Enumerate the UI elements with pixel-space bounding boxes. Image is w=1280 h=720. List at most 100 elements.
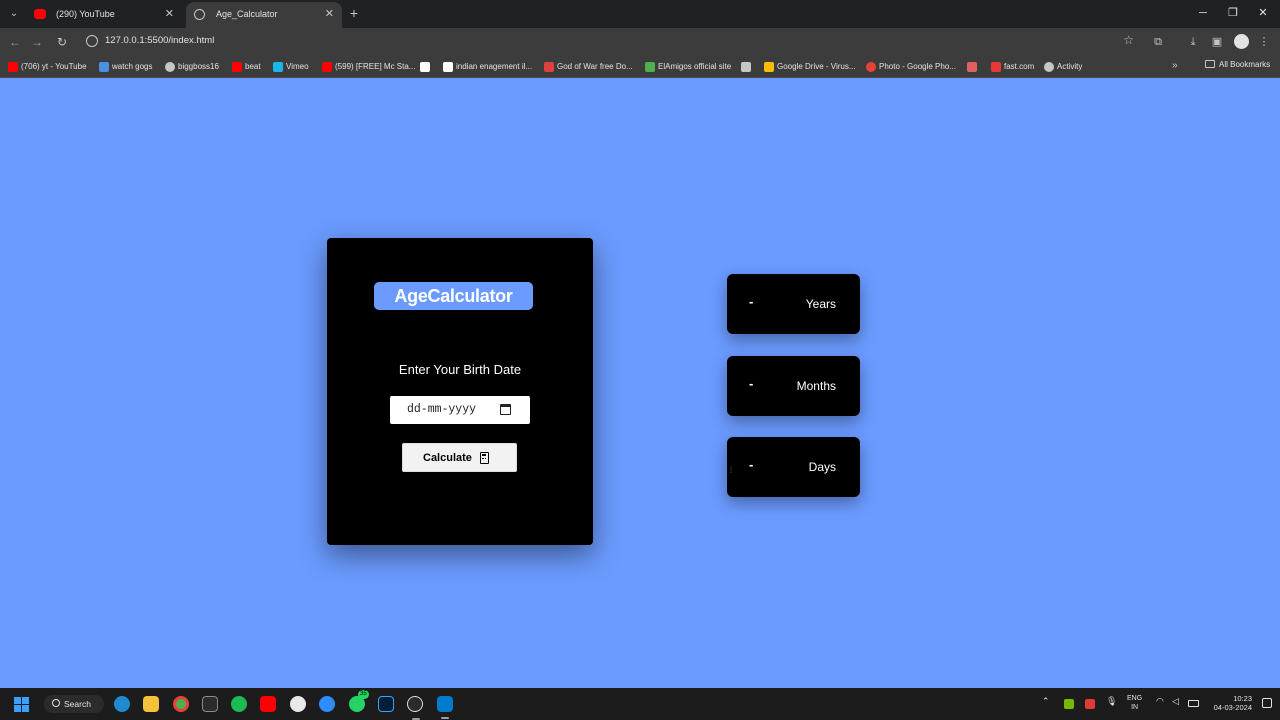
- bookmark-item[interactable]: (706) yt - YouTube: [8, 60, 87, 74]
- restore-icon[interactable]: ❐: [1218, 4, 1248, 22]
- menu-kebab-icon[interactable]: ⋮: [1256, 34, 1272, 50]
- youtube-icon: [322, 62, 332, 72]
- download-icon[interactable]: ⤓: [1185, 34, 1201, 50]
- close-icon[interactable]: ✕: [325, 2, 334, 26]
- taskbar-search[interactable]: Search: [44, 695, 104, 713]
- gamepad-icon: [544, 62, 554, 72]
- youtube-app-icon[interactable]: [260, 696, 276, 712]
- whatsapp-icon[interactable]: 35: [349, 690, 369, 712]
- calculator-icon: [480, 452, 489, 464]
- zoom-icon[interactable]: [319, 696, 335, 712]
- clock-time: 10:23: [1233, 694, 1252, 703]
- bookmark-item[interactable]: biggboss16: [165, 60, 219, 74]
- reload-icon[interactable]: ↻: [53, 33, 71, 51]
- years-result-box: - Years: [727, 274, 860, 334]
- bookmark-item[interactable]: Google Drive - Virus...: [764, 60, 856, 74]
- bookmarks-bar: (706) yt - YouTube watch gogs biggboss16…: [0, 56, 1280, 78]
- chrome-dev-icon[interactable]: [407, 696, 423, 720]
- all-bookmarks-button[interactable]: All Bookmarks: [1205, 60, 1270, 69]
- minimize-icon[interactable]: ─: [1188, 4, 1218, 22]
- browser-toolbar: ← → ↻ 127.0.0.1:5500/index.html ☆ ⧉ ⤓ ▣ …: [0, 28, 1280, 56]
- bookmark-item[interactable]: Activity: [1044, 60, 1082, 74]
- days-label: Days: [808, 460, 836, 474]
- bookmark-label: watch gogs: [112, 62, 153, 71]
- address-bar[interactable]: 127.0.0.1:5500/index.html ☆: [80, 31, 1140, 53]
- new-tab-plus-icon[interactable]: +: [346, 4, 362, 22]
- vscode-icon[interactable]: [437, 696, 453, 719]
- calculate-button[interactable]: Calculate: [402, 443, 517, 472]
- more-bookmarks-chevron-icon[interactable]: »: [1172, 60, 1178, 71]
- app-title: AgeCalculator: [374, 282, 533, 310]
- fast-com-icon: [991, 62, 1001, 72]
- whatsapp-badge: 35: [358, 690, 369, 699]
- file-explorer-icon[interactable]: [143, 696, 159, 712]
- bookmark-item[interactable]: [967, 60, 980, 74]
- tab-age-calculator[interactable]: Age_Calculator ✕: [186, 2, 342, 28]
- days-value: -: [749, 457, 754, 472]
- is-logo-icon: [443, 62, 453, 72]
- chrome-icon[interactable]: [173, 696, 189, 712]
- lang-code: ENG: [1127, 695, 1143, 702]
- bookmark-item[interactable]: indian enagement il...: [443, 60, 532, 74]
- notion-icon[interactable]: [202, 696, 218, 712]
- antivirus-icon[interactable]: [1085, 699, 1095, 709]
- tab-title: Age_Calculator: [216, 9, 278, 19]
- edge-icon[interactable]: [114, 696, 130, 712]
- system-clock[interactable]: 10:23 04-03-2024: [1206, 694, 1252, 712]
- forward-arrow-icon[interactable]: →: [28, 33, 46, 51]
- youtube-icon: [34, 9, 46, 19]
- globe-icon: [165, 62, 175, 72]
- bookmark-item[interactable]: watch gogs: [99, 60, 152, 74]
- windows-taskbar: Search 35 ⌃ 🎙 ◠ ◁: [0, 688, 1280, 720]
- folder-icon: [1205, 60, 1215, 68]
- url-text: 127.0.0.1:5500/index.html: [105, 35, 215, 46]
- profile-avatar[interactable]: [1234, 34, 1249, 49]
- youtube-icon: [8, 62, 18, 72]
- bookmark-item[interactable]: God of War free Do...: [544, 60, 633, 74]
- birth-date-input[interactable]: dd-mm-yyyy: [390, 396, 530, 424]
- days-result-box: - Days: [727, 437, 860, 497]
- back-arrow-icon[interactable]: ←: [6, 33, 24, 51]
- input-language[interactable]: ENG IN: [1127, 694, 1142, 712]
- bookmark-item[interactable]: (599) [FREE] Mc Sta...: [322, 60, 415, 74]
- spotify-icon[interactable]: [231, 696, 247, 712]
- wifi-icon[interactable]: ◠: [1156, 696, 1164, 707]
- notification-icon[interactable]: [1262, 698, 1272, 708]
- volume-icon[interactable]: ◁: [1172, 696, 1179, 707]
- vimeo-icon: [273, 62, 283, 72]
- windows-start-icon[interactable]: [14, 697, 29, 712]
- bookmark-label: Vimeo: [286, 62, 309, 71]
- date-placeholder: dd-mm-yyyy: [407, 403, 477, 416]
- bookmark-favicon-icon: [741, 62, 751, 72]
- bookmark-item[interactable]: [420, 60, 433, 74]
- bookmark-item[interactable]: ElAmigos official site: [645, 60, 731, 74]
- tray-overflow-chevron-icon[interactable]: ⌃: [1042, 696, 1050, 707]
- site-info-icon[interactable]: [86, 35, 98, 47]
- search-label: Search: [64, 699, 91, 709]
- battery-icon[interactable]: [1188, 700, 1199, 707]
- bookmark-item[interactable]: Photo - Google Pho...: [866, 60, 956, 74]
- extensions-icon[interactable]: ⧉: [1150, 34, 1166, 50]
- bookmark-item[interactable]: fast.com: [991, 60, 1034, 74]
- bookmark-item[interactable]: [741, 60, 754, 74]
- window-close-icon[interactable]: ✕: [1248, 4, 1278, 22]
- globe-icon: [194, 9, 205, 20]
- tab-youtube[interactable]: (290) YouTube ✕: [26, 2, 182, 28]
- calendar-icon[interactable]: [500, 404, 511, 415]
- tab-search-chevron-icon[interactable]: ⌄: [6, 6, 22, 22]
- close-icon[interactable]: ✕: [165, 2, 174, 26]
- bookmark-star-icon[interactable]: ☆: [1123, 33, 1134, 47]
- slack-icon[interactable]: [290, 696, 306, 712]
- photoshop-icon[interactable]: [378, 696, 394, 712]
- bookmark-label: God of War free Do...: [557, 62, 633, 71]
- bookmark-label: (599) [FREE] Mc Sta...: [335, 62, 416, 71]
- globe-icon: [1044, 62, 1054, 72]
- microphone-icon[interactable]: 🎙: [1106, 696, 1117, 707]
- nvidia-icon[interactable]: [1064, 699, 1074, 709]
- side-panel-icon[interactable]: ▣: [1209, 34, 1225, 50]
- bookmark-item[interactable]: beat: [232, 60, 261, 74]
- start-tile: [14, 697, 21, 704]
- bookmark-item[interactable]: Vimeo: [273, 60, 309, 74]
- start-tile: [14, 705, 21, 712]
- search-icon: [52, 699, 60, 707]
